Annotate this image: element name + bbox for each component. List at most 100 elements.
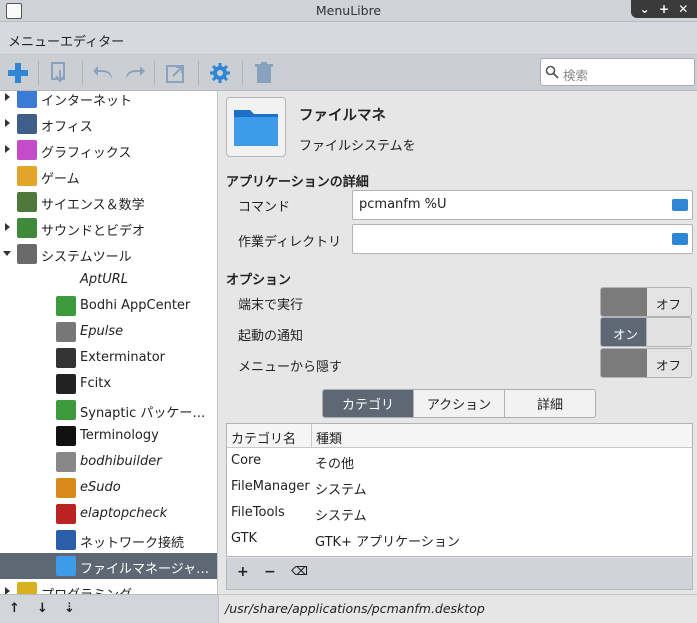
workdir-field[interactable] [352, 224, 693, 254]
browse-folder-icon[interactable] [672, 199, 688, 211]
category-table: カテゴリ名 種類 Core その他 FileManager システム FileTools… [226, 423, 693, 557]
folder-icon [234, 110, 278, 146]
settings-button[interactable] [204, 58, 236, 88]
tab-actions[interactable]: アクション [414, 390, 505, 417]
table-row[interactable]: Core その他 [227, 450, 692, 476]
category-name-cell: FileTools [231, 505, 285, 520]
table-row[interactable]: FileTools システム [227, 502, 692, 528]
search-input[interactable]: 検索 [540, 58, 695, 86]
command-label: コマンド [238, 200, 291, 215]
graphics-icon [17, 140, 37, 160]
startup-notify-switch[interactable]: オン [600, 317, 692, 347]
undo-button[interactable] [88, 58, 120, 88]
sidebar-item[interactable]: Exterminator [0, 345, 217, 371]
app-icon-button[interactable] [226, 97, 286, 157]
tab-details[interactable]: 詳細 [505, 390, 595, 417]
window-titlebar: MenuLibre ⌄ + ✕ [0, 0, 697, 22]
add-icon [8, 63, 28, 83]
sidebar-item-label: サイエンス＆数学 [41, 198, 145, 213]
sidebar-item[interactable]: eSudo [0, 475, 217, 501]
sidebar-item[interactable]: Bodhi AppCenter [0, 293, 217, 319]
close-icon[interactable]: ✕ [678, 2, 688, 16]
column-header-type[interactable]: 種類 [316, 428, 342, 447]
expander-closed-icon[interactable] [5, 223, 10, 231]
remove-category-button[interactable]: − [264, 564, 276, 580]
expander-open-icon[interactable] [3, 251, 11, 256]
sidebar-item-label: Terminology [80, 428, 159, 443]
browse-folder-icon[interactable] [672, 233, 688, 245]
sidebar-item[interactable]: インターネット [0, 91, 217, 111]
epulse-icon [56, 322, 76, 342]
add-category-button[interactable]: + [237, 564, 249, 580]
clear-categories-button[interactable]: ⌫ [291, 564, 308, 578]
sidebar-item[interactable]: elaptopcheck [0, 501, 217, 527]
revert-button[interactable] [160, 58, 192, 88]
move-down-button[interactable]: ↓ [37, 601, 48, 616]
table-header: カテゴリ名 種類 [227, 424, 692, 448]
window-title: MenuLibre [315, 3, 382, 18]
header-bar: メニューエディター [0, 22, 697, 55]
command-value: pcmanfm %U [359, 197, 447, 212]
app-name[interactable]: ファイルマネ [299, 104, 386, 125]
sidebar-item[interactable]: Synaptic パッケー… [0, 397, 217, 423]
sidebar-item[interactable]: ゲーム [0, 163, 217, 189]
sidebar-item-label: オフィス [41, 120, 93, 135]
sidebar-item-label: AptURL [80, 272, 129, 287]
sidebar-item-label: Fcitx [80, 376, 112, 391]
table-toolbar: + − ⌫ [226, 558, 693, 590]
sidebar-item-label: グラフィックス [41, 146, 132, 161]
expander-closed-icon[interactable] [5, 145, 10, 153]
hide-from-menu-switch[interactable]: オフ [600, 348, 692, 378]
maximize-icon[interactable]: + [659, 2, 669, 16]
app-comment[interactable]: ファイルシステムを [299, 135, 416, 154]
penguin-icon [56, 374, 76, 394]
option-label-notify: 起動の通知 [238, 329, 304, 344]
table-row[interactable]: GTK GTK+ アプリケーション [227, 528, 692, 554]
move-up-button[interactable]: ↑ [9, 601, 20, 616]
sidebar-item-label: Bodhi AppCenter [80, 298, 191, 313]
multimedia-icon [17, 218, 37, 238]
redo-button[interactable] [118, 58, 150, 88]
search-icon [545, 65, 559, 79]
programming-icon [17, 582, 37, 594]
sidebar-item[interactable]: bodhibuilder [0, 449, 217, 475]
run-in-terminal-switch[interactable]: オフ [600, 287, 692, 317]
sidebar-item-label: プログラミング [41, 584, 132, 594]
sidebar-item[interactable]: Epulse [0, 319, 217, 345]
sidebar-item[interactable]: グラフィックス [0, 137, 217, 163]
internet-icon [17, 91, 37, 108]
table-row[interactable]: FileManager システム [227, 476, 692, 502]
sidebar-item-label: インターネット [41, 94, 133, 109]
stop-icon [56, 504, 76, 524]
science-icon [17, 192, 37, 212]
office-icon [17, 114, 37, 134]
sidebar-item[interactable]: Fcitx [0, 371, 217, 397]
details-header: アプリケーションの詳細 [226, 175, 369, 190]
tab-categories[interactable]: カテゴリ [323, 390, 414, 417]
sidebar-item[interactable]: オフィス [0, 111, 217, 137]
option-label-terminal: 端末で実行 [238, 298, 304, 313]
sidebar-item[interactable]: Terminology [0, 423, 217, 449]
add-button[interactable] [2, 58, 34, 88]
sidebar-item[interactable]: ファイルマネージャ… [0, 553, 217, 579]
sidebar-item[interactable]: サウンドとビデオ [0, 215, 217, 241]
sidebar-item[interactable]: システムツール [0, 241, 217, 267]
expander-closed-icon[interactable] [5, 119, 10, 127]
sort-button[interactable]: ⇣ [64, 601, 75, 616]
column-header-name[interactable]: カテゴリ名 [231, 428, 296, 447]
expander-closed-icon[interactable] [5, 587, 10, 594]
category-name-cell: FileManager [231, 479, 310, 494]
expander-closed-icon[interactable] [5, 93, 10, 101]
undo-icon [93, 66, 112, 79]
sidebar-item[interactable]: ネットワーク接続 [0, 527, 217, 553]
minimize-icon[interactable]: ⌄ [640, 2, 650, 16]
sidebar-item-label: ファイルマネージャ… [80, 562, 210, 577]
save-launcher-button[interactable] [44, 58, 76, 88]
category-type-cell: その他 [315, 457, 355, 472]
command-field[interactable]: pcmanfm %U [352, 190, 693, 220]
user-icon [56, 478, 76, 498]
delete-button[interactable] [248, 58, 280, 88]
sidebar-item[interactable]: AptURL [0, 267, 217, 293]
sidebar-item[interactable]: サイエンス＆数学 [0, 189, 217, 215]
sidebar-item[interactable]: プログラミング [0, 579, 217, 594]
